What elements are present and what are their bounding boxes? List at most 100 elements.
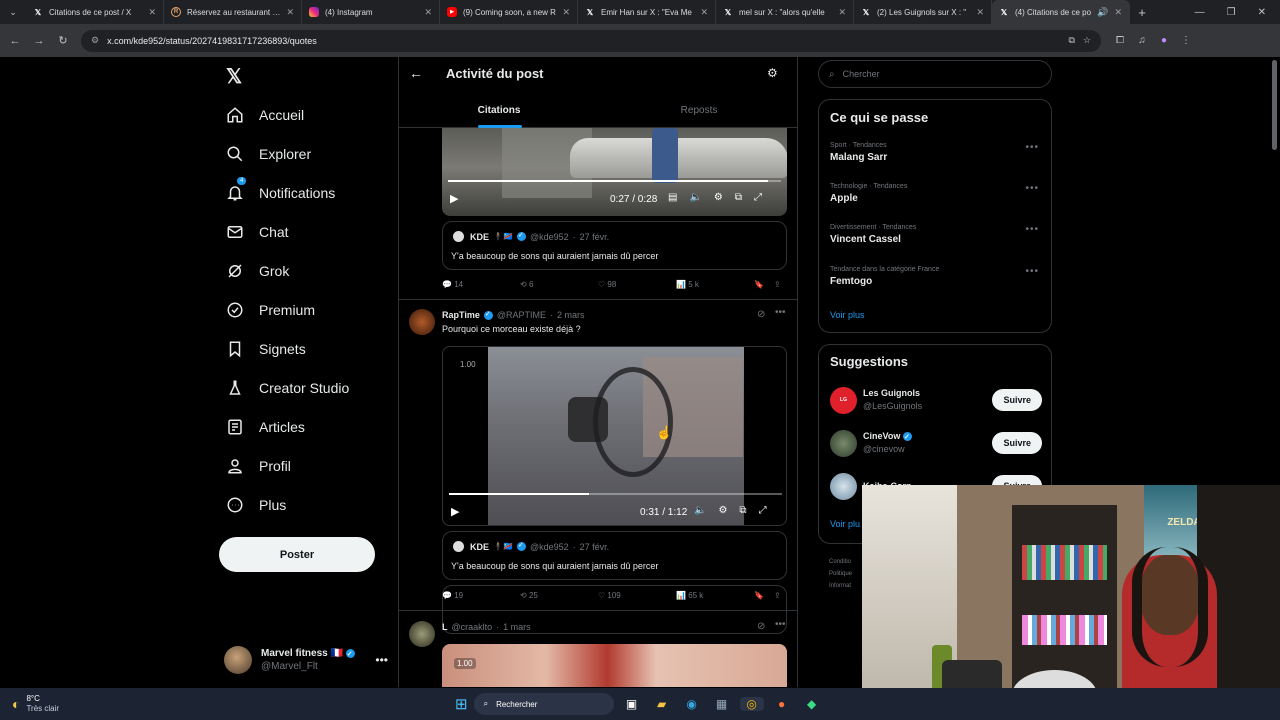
tab-close-icon[interactable]: ✕: [562, 7, 570, 18]
back-icon[interactable]: ←: [3, 35, 27, 47]
nav-item-profile[interactable]: Profil: [200, 446, 398, 485]
site-info-icon[interactable]: ⚙: [91, 35, 99, 46]
quoted-post[interactable]: KDE 🕴🇨🇩 @kde952 · 27 févr. Y'a beaucoup …: [442, 221, 787, 270]
account-switcher[interactable]: Marvel fitness 🇫🇷 @Marvel_Flt •••: [224, 640, 394, 680]
play-icon[interactable]: ▶: [450, 192, 458, 205]
chrome-icon[interactable]: ◎: [739, 697, 764, 711]
avatar[interactable]: [409, 621, 435, 647]
scrollbar-thumb[interactable]: [1272, 60, 1277, 150]
post-date[interactable]: 1 mars: [503, 622, 531, 632]
reply-button[interactable]: 💬 19: [442, 591, 520, 600]
browser-tab[interactable]: R Réservez au restaurant Le ✕: [164, 0, 302, 24]
more-horizontal-icon[interactable]: •••: [1025, 183, 1039, 194]
browser-tab[interactable]: (4) Instagram ✕: [302, 0, 440, 24]
nav-item-explore[interactable]: Explorer: [200, 134, 398, 173]
show-more-link[interactable]: Voir plu: [830, 519, 860, 529]
firefox-icon[interactable]: ●: [770, 697, 794, 711]
video-player[interactable]: 1.00: [442, 644, 787, 687]
post-date[interactable]: 2 mars: [557, 310, 585, 320]
restore-icon[interactable]: ❐: [1227, 7, 1236, 18]
trend-item[interactable]: Tendance dans la catégorie France Femtogo: [830, 266, 939, 287]
volume-icon[interactable]: 🔈: [689, 192, 701, 203]
post-handle[interactable]: @craaklto: [452, 622, 493, 632]
profile-icon[interactable]: ●: [1153, 35, 1175, 46]
nav-item-notifications[interactable]: 4 Notifications: [200, 173, 398, 212]
menu-icon[interactable]: ⋮: [1175, 35, 1197, 46]
bookmark-star-icon[interactable]: ☆: [1083, 35, 1091, 46]
tab-close-icon[interactable]: ✕: [424, 7, 432, 18]
tab-close-icon[interactable]: ✕: [148, 7, 156, 18]
reload-icon[interactable]: ↻: [51, 34, 75, 47]
footer-link[interactable]: Conditio: [829, 556, 852, 568]
install-app-icon[interactable]: ⧉: [1068, 35, 1074, 46]
video-progress-track[interactable]: [449, 493, 782, 495]
app-icon[interactable]: ◆: [800, 697, 824, 711]
more-horizontal-icon[interactable]: •••: [1025, 266, 1039, 277]
volume-icon[interactable]: 🔈: [694, 505, 706, 516]
more-horizontal-icon[interactable]: •••: [775, 619, 786, 630]
nav-item-articles[interactable]: Articles: [200, 407, 398, 446]
reply-button[interactable]: 💬 14: [442, 280, 520, 289]
post-button[interactable]: Poster: [219, 537, 375, 572]
settings-icon[interactable]: ⚙: [718, 505, 727, 516]
browser-tab-active[interactable]: 𝕏 (4) Citations de ce po 🔊 ✕: [992, 0, 1130, 24]
tab-citations[interactable]: Citations: [399, 93, 599, 128]
nav-item-home[interactable]: Accueil: [200, 95, 398, 134]
play-icon[interactable]: ▶: [451, 505, 459, 518]
window-close-icon[interactable]: ✕: [1258, 7, 1266, 18]
tab-close-icon[interactable]: ✕: [1114, 7, 1122, 18]
media-icon[interactable]: ♫: [1131, 35, 1153, 46]
post[interactable]: ▶ 0:27 / 0:28 ▤ 🔈 ⚙ ⧉ ⤢ KDE 🕴🇨🇩 @kde952 …: [399, 128, 797, 300]
file-explorer-icon[interactable]: ▰: [650, 697, 674, 711]
search-input[interactable]: ⌕ Chercher: [818, 60, 1052, 88]
video-progress-track[interactable]: [448, 180, 781, 182]
suggestion-item[interactable]: LG Les Guignols @LesGuignols Suivre: [830, 385, 1042, 415]
nav-item-chat[interactable]: Chat: [200, 212, 398, 251]
trend-item[interactable]: Divertissement · Tendances Vincent Cassel: [830, 224, 916, 245]
share-icon[interactable]: ⇪: [774, 280, 781, 289]
speaker-icon[interactable]: 🔊: [1097, 7, 1108, 18]
bookmark-icon[interactable]: 🔖: [754, 280, 774, 289]
minimize-icon[interactable]: —: [1195, 7, 1205, 18]
settings-sliders-icon[interactable]: ⚙: [767, 66, 778, 80]
back-arrow-icon[interactable]: ←: [409, 65, 423, 81]
tab-close-icon[interactable]: ✕: [976, 7, 984, 18]
browser-tab[interactable]: ▶ (9) Coming soon, a new R ✕: [440, 0, 578, 24]
post-author[interactable]: RapTime: [442, 310, 480, 320]
fullscreen-icon[interactable]: ⤢: [754, 192, 762, 203]
fullscreen-icon[interactable]: ⤢: [759, 505, 767, 516]
browser-tab[interactable]: 𝕏 Citations de ce post / X ✕: [26, 0, 164, 24]
views-button[interactable]: 📊 65 k: [676, 591, 754, 600]
nav-item-more[interactable]: Plus: [200, 485, 398, 524]
new-tab-button[interactable]: +: [1130, 0, 1154, 24]
settings-icon[interactable]: ⚙: [714, 192, 723, 203]
nav-item-grok[interactable]: Grok: [200, 251, 398, 290]
footer-link[interactable]: Informat: [829, 580, 852, 592]
taskbar-search[interactable]: ⌕ Rechercher: [473, 693, 614, 715]
nav-item-premium[interactable]: Premium: [200, 290, 398, 329]
task-view-icon[interactable]: ▣: [620, 697, 644, 711]
tab-close-icon[interactable]: ✕: [700, 7, 708, 18]
post-author[interactable]: L: [442, 622, 448, 632]
follow-button[interactable]: Suivre: [992, 432, 1042, 454]
more-horizontal-icon[interactable]: •••: [775, 307, 786, 318]
store-icon[interactable]: ▦: [710, 697, 734, 711]
nav-item-bookmarks[interactable]: Signets: [200, 329, 398, 368]
quoted-post[interactable]: KDE 🕴🇨🇩 @kde952 · 27 févr. Y'a beaucoup …: [442, 531, 787, 580]
views-button[interactable]: 📊 5 k: [676, 280, 754, 289]
tab-reposts[interactable]: Reposts: [599, 93, 797, 128]
more-horizontal-icon[interactable]: •••: [1025, 142, 1039, 153]
x-logo-icon[interactable]: 𝕏: [200, 57, 398, 95]
forward-icon[interactable]: →: [27, 35, 51, 47]
trend-item[interactable]: Sport · Tendances Malang Sarr: [830, 142, 887, 163]
windows-start-icon[interactable]: ⊞: [455, 695, 468, 713]
video-player[interactable]: ▶ 0:27 / 0:28 ▤ 🔈 ⚙ ⧉ ⤢: [442, 128, 787, 216]
suggestion-item[interactable]: CineVow @cinevow Suivre: [830, 428, 1042, 458]
footer-link[interactable]: Politique: [829, 568, 852, 580]
show-more-link[interactable]: Voir plus: [830, 310, 865, 320]
nav-item-creator-studio[interactable]: Creator Studio: [200, 368, 398, 407]
pip-icon[interactable]: ⧉: [735, 192, 742, 203]
more-horizontal-icon[interactable]: •••: [375, 653, 388, 667]
browser-tab[interactable]: 𝕏 Emir Han sur X : "Eva Me ✕: [578, 0, 716, 24]
weather-widget[interactable]: ◐ 8°C Très clair: [0, 694, 200, 714]
